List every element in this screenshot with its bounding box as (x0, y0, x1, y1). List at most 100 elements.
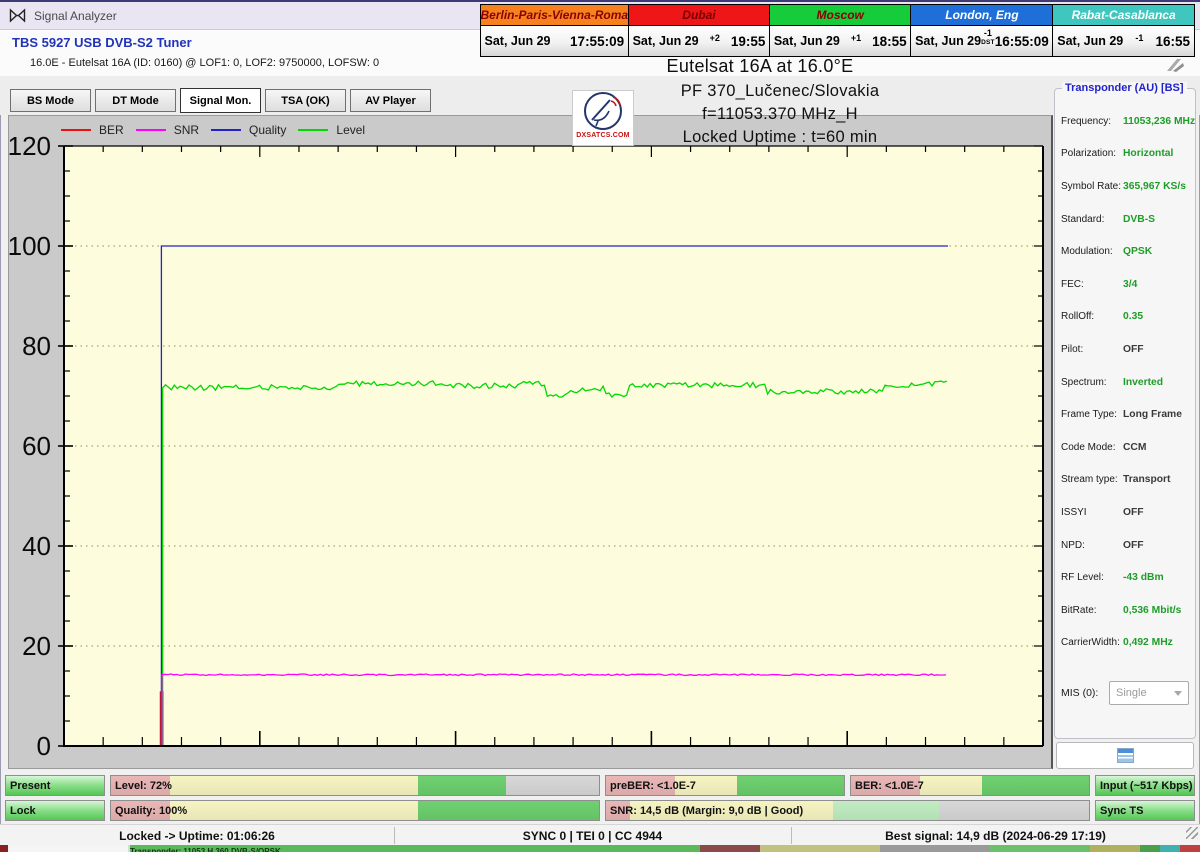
transponder-value: QPSK (1117, 246, 1193, 257)
clock-utc-offset: +2 (699, 34, 731, 42)
transponder-value: 0,492 MHz (1117, 637, 1193, 648)
transponder-rows: Frequency:11053,236 MHzPolarization:Hori… (1061, 105, 1193, 659)
transponder-row: Frequency:11053,236 MHz (1061, 105, 1193, 138)
snapshot-button[interactable] (1056, 742, 1194, 769)
clock-3: MoscowSat, Jun 29+118:55 (769, 4, 912, 57)
transponder-label: Frequency: (1061, 116, 1117, 127)
transponder-value: OFF (1117, 507, 1193, 518)
tab-signal-mon-[interactable]: Signal Mon. (180, 88, 261, 113)
transponder-value: CCM (1117, 442, 1193, 453)
footer-uptime: Locked -> Uptime: 01:06:26 (0, 825, 394, 846)
window-fragment (1180, 845, 1200, 852)
clock-date: Sat, Jun 29 (485, 34, 551, 48)
transponder-value: 0,536 Mbit/s (1117, 605, 1193, 616)
transponder-row: Symbol Rate:365,967 KS/s (1061, 170, 1193, 203)
clock-time-row: Sat, Jun 29+118:55 (770, 26, 911, 56)
status-footer: Locked -> Uptime: 01:06:26 SYNC 0 | TEI … (0, 824, 1200, 846)
level-bar: Level: 72% (110, 775, 600, 796)
transponder-row: Frame Type:Long Frame (1061, 398, 1193, 431)
transponder-row: Standard:DVB-S (1061, 203, 1193, 236)
clock-city-header: Berlin-Paris-Vienna-Roma (481, 5, 629, 26)
tab-dt-mode[interactable]: DT Mode (95, 89, 176, 112)
transponder-label: ISSYI (1061, 507, 1117, 518)
footer-best-signal: Best signal: 14,9 dB (2024-06-29 17:19) (791, 825, 1200, 846)
window-fragment (8, 845, 128, 852)
mode-tabs: BS ModeDT ModeSignal Mon.TSA (OK)AV Play… (10, 89, 431, 113)
window-fragment (990, 845, 1090, 852)
transponder-value: OFF (1117, 344, 1193, 355)
resize-grip[interactable] (1186, 827, 1198, 839)
dst-label: DST (981, 39, 995, 46)
satellite-dish-icon (582, 91, 624, 131)
bar-segment (418, 801, 599, 820)
clock-time: 16:55:09 (995, 34, 1049, 49)
level-bar-label: Level: 72% (115, 776, 172, 795)
tab-tsa-ok-[interactable]: TSA (OK) (265, 89, 346, 112)
clock-time: 19:55 (731, 34, 766, 49)
signal-analyzer-icon (9, 8, 26, 23)
transponder-label: Spectrum: (1061, 377, 1117, 388)
clock-1: Berlin-Paris-Vienna-Roma Sat, Jun 29 17:55… (480, 4, 630, 57)
snapshot-icon (1117, 748, 1134, 763)
legend-dash (211, 129, 241, 131)
transponder-row: Spectrum:Inverted (1061, 366, 1193, 399)
transponder-row: Polarization:Horizontal (1061, 138, 1193, 171)
transponder-value: 365,967 KS/s (1117, 181, 1193, 192)
transponder-value: Long Frame (1117, 409, 1193, 420)
transponder-label: Polarization: (1061, 148, 1117, 159)
clock-city-header: London, Eng (911, 5, 1053, 26)
legend-label: BER (99, 123, 124, 137)
transponder-label: BitRate: (1061, 605, 1117, 616)
transponder-row: BitRate:0,536 Mbit/s (1061, 594, 1193, 627)
transponder-value: OFF (1117, 540, 1193, 551)
footer-sync: SYNC 0 | TEI 0 | CC 4944 (394, 825, 791, 846)
transponder-value: 0.35 (1117, 311, 1193, 322)
transponder-value: Transport (1117, 474, 1193, 485)
transponder-row: Code Mode:CCM (1061, 431, 1193, 464)
sync-ts-indicator: Sync TS (1095, 800, 1195, 821)
transponder-row: FEC:3/4 (1061, 268, 1193, 301)
bar-segment (170, 776, 419, 795)
snr-bar: SNR: 14,5 dB (Margin: 9,0 dB | Good) (605, 800, 1090, 821)
clock-time: 17:55:09 (570, 34, 624, 49)
bar-segment (939, 801, 1089, 820)
clock-city-header: Rabat-Casablanca (1053, 5, 1194, 26)
legend-dash (298, 129, 328, 131)
mis-label: MIS (0): (1061, 687, 1098, 699)
transponder-label: Symbol Rate: (1061, 181, 1117, 192)
transponder-value: 11053,236 MHz (1117, 116, 1195, 127)
y-axis-label: 120 (9, 131, 51, 161)
window-fragment (1090, 845, 1140, 852)
window-fragment (1160, 845, 1180, 852)
offset-value: -1 (1135, 33, 1143, 43)
legend-label: SNR (174, 123, 199, 137)
mis-select[interactable]: Single (1109, 681, 1189, 705)
tab-bs-mode[interactable]: BS Mode (10, 89, 91, 112)
transponder-value: Inverted (1117, 377, 1193, 388)
bar-segment (418, 776, 506, 795)
chevron-down-icon (1174, 691, 1182, 696)
clock-time-row: Sat, Jun 29 17:55:09 (481, 26, 629, 56)
input-rate-indicator: Input (~517 Kbps) (1095, 775, 1195, 796)
dxsatcs-logo-text: DXSATCS.COM (576, 132, 629, 139)
transponder-row: RF Level:-43 dBm (1061, 561, 1193, 594)
transponder-value: -43 dBm (1117, 572, 1193, 583)
tab-av-player[interactable]: AV Player (350, 89, 431, 112)
transponder-label: FEC: (1061, 279, 1117, 290)
satellite-heading: Eutelsat 16A at 16.0°E (540, 56, 980, 77)
y-axis-label: 40 (22, 531, 51, 561)
chart-legend: BERSNRQualityLevel (61, 122, 377, 138)
clock-city-header: Dubai (629, 5, 770, 26)
window-fragment (0, 845, 8, 852)
transponder-row: NPD:OFF (1061, 529, 1193, 562)
signal-analyzer-window: Signal Analyzer TBS 5927 USB DVB-S2 Tune… (0, 0, 1200, 852)
transponder-value: Horizontal (1117, 148, 1193, 159)
clock-utc-offset: +1 (840, 34, 872, 42)
preber-bar: preBER: <1.0E-7 (605, 775, 845, 796)
legend-item-quality: Quality (211, 123, 286, 137)
transponder-row: CarrierWidth:0,492 MHz (1061, 627, 1193, 660)
clock-utc-offset: -1DST (981, 29, 995, 47)
transponder-panel: Transponder (AU) [BS] Frequency:11053,23… (1054, 88, 1196, 739)
legend-item-snr: SNR (136, 123, 199, 137)
world-clocks: Berlin-Paris-Vienna-Roma Sat, Jun 29 17:55… (481, 4, 1195, 57)
